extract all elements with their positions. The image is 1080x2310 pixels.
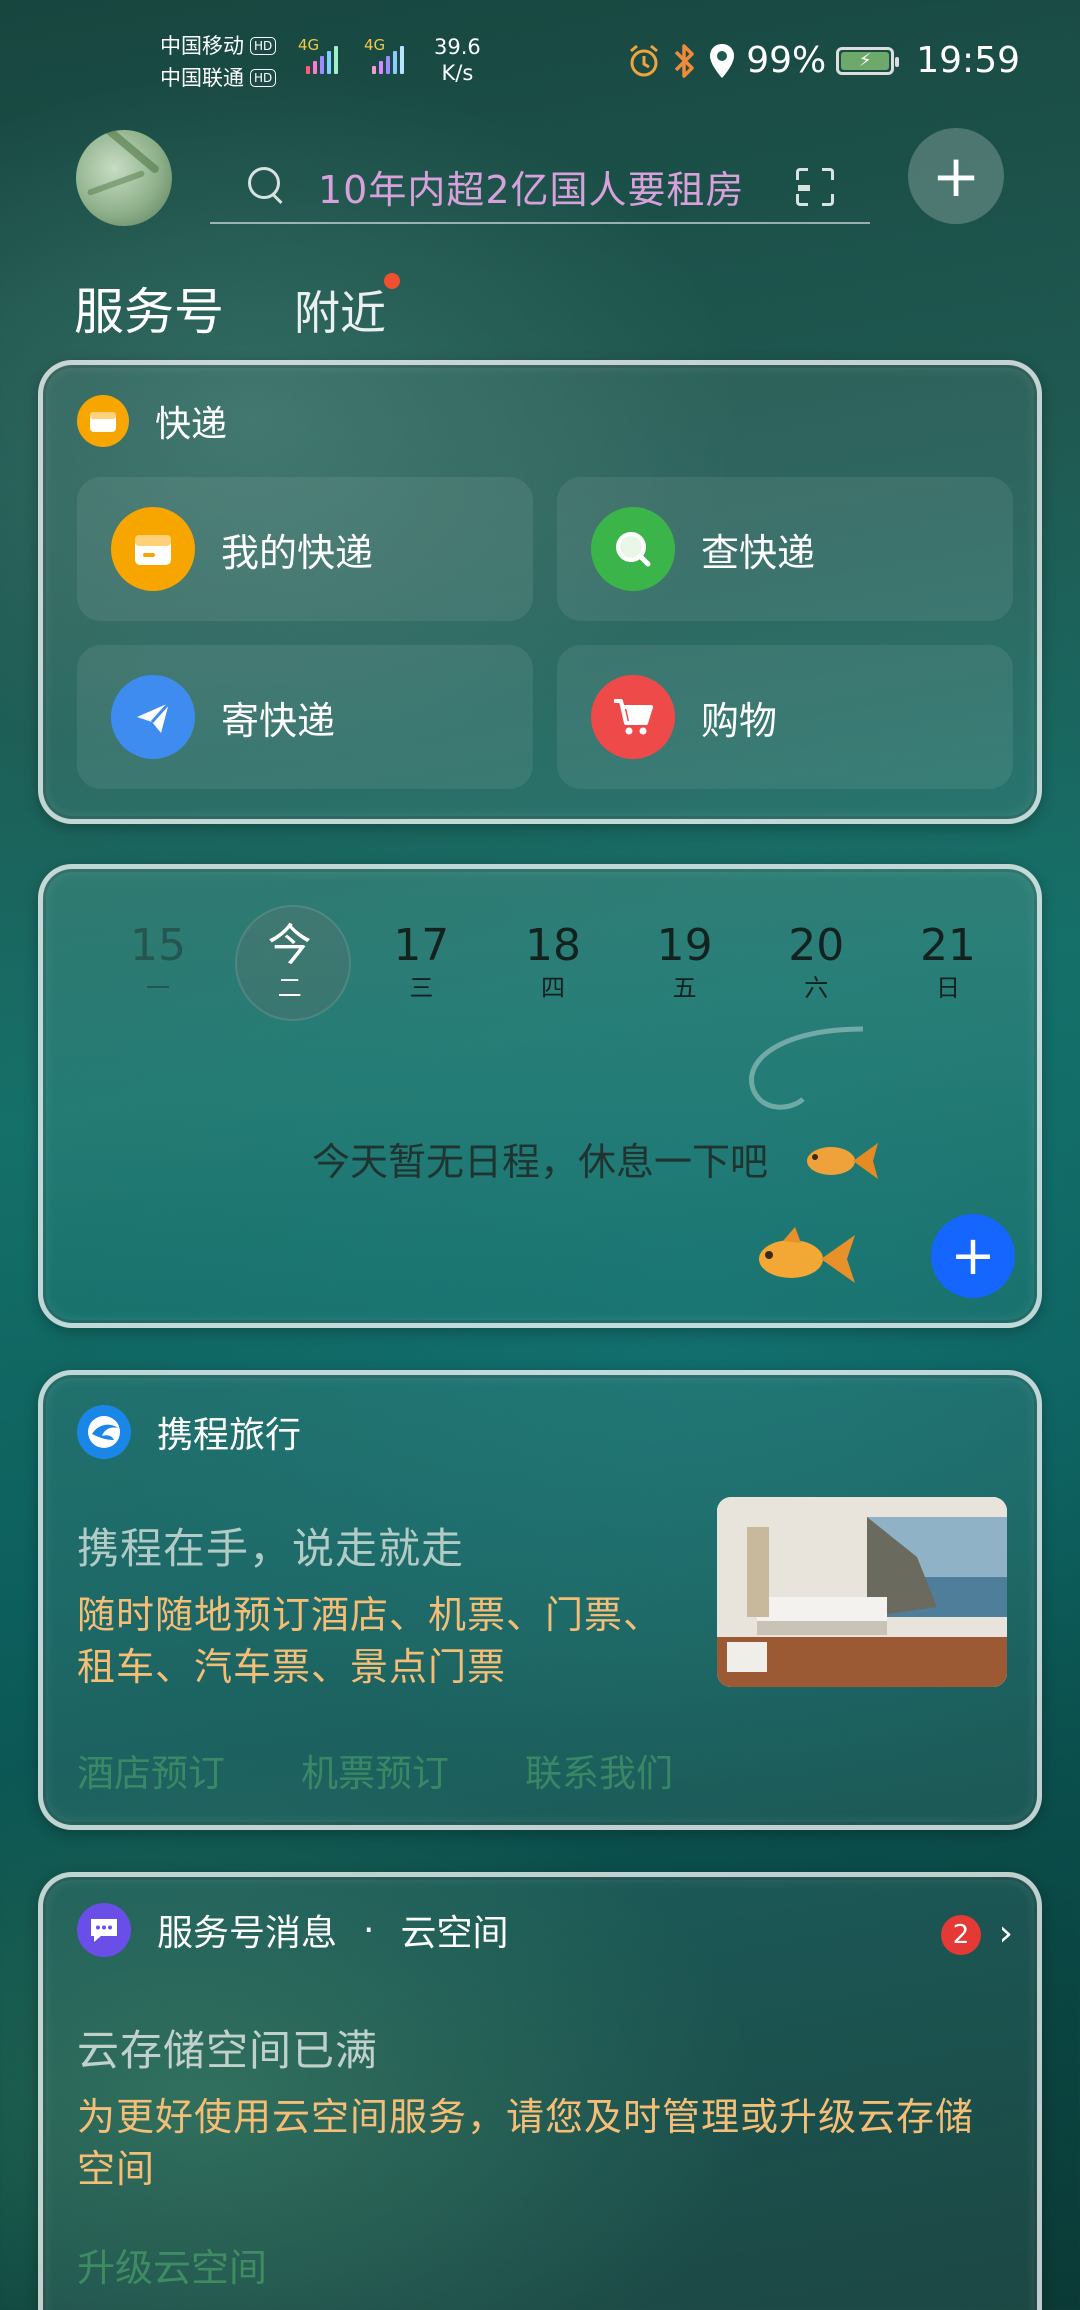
shopping-cart-icon xyxy=(591,675,675,759)
tab-services[interactable]: 服务号 xyxy=(74,272,224,344)
upgrade-cloud-link[interactable]: 升级云空间 xyxy=(77,2237,267,2292)
goldfish-decoration xyxy=(759,1227,855,1283)
calendar-day[interactable]: 15 一 xyxy=(113,919,203,1003)
send-express-label: 寄快递 xyxy=(221,698,336,743)
flight-booking-link[interactable]: 机票预订 xyxy=(301,1743,449,1797)
ctrip-promo-desc: 随时随地预订酒店、机票、门票、租车、汽车票、景点门票 xyxy=(77,1593,663,1689)
empty-schedule-text: 今天暂无日程，休息一下吧 xyxy=(311,1140,768,1184)
calendar-card: 15 一 今二 17 三 18 四 19 五 20 六 21 日 今天暂无日程，休息一下吧 … xyxy=(38,864,1042,1328)
express-icon xyxy=(77,395,129,447)
contact-us-link[interactable]: 联系我们 xyxy=(525,1743,673,1797)
express-card-title: 快递 xyxy=(155,404,228,445)
calendar-day[interactable]: 17 三 xyxy=(376,919,466,1003)
add-event-button[interactable]: + xyxy=(931,1214,1015,1298)
ctrip-card[interactable]: 携程旅行 携程在手，说走就走 随时随地预订酒店、机票、门票、租车、汽车票、景点门… xyxy=(38,1370,1042,1830)
message-title: 云存储空间已满 xyxy=(77,2026,379,2075)
search-icon xyxy=(591,507,675,591)
calendar-day[interactable]: 20 六 xyxy=(771,919,861,1003)
ctrip-logo-icon xyxy=(77,1405,131,1459)
my-express-label: 我的快递 xyxy=(221,530,374,575)
tab-nearby[interactable]: 附近 xyxy=(294,273,400,343)
shopping-label: 购物 xyxy=(701,698,778,743)
carrier-info: 中国移动 HD 中国联通 HD xyxy=(160,30,277,94)
package-icon xyxy=(111,507,195,591)
avatar[interactable] xyxy=(76,130,172,226)
calendar-day[interactable]: 19 五 xyxy=(640,919,730,1003)
hotel-booking-link[interactable]: 酒店预订 xyxy=(77,1743,225,1797)
battery-charging-icon: ⚡ xyxy=(836,46,900,75)
track-express-tile[interactable]: 查快递 xyxy=(557,477,1013,621)
unread-badge: 2 xyxy=(941,1915,981,1955)
search-bar[interactable]: 10年内超2亿国人要租房 xyxy=(210,150,870,224)
calendar-day[interactable]: 18 四 xyxy=(508,919,598,1003)
search-placeholder: 10年内超2亿国人要租房 xyxy=(318,167,745,212)
add-button[interactable]: + xyxy=(908,128,1004,224)
calendar-day[interactable]: 21 日 xyxy=(903,919,993,1003)
signal-icon: 4G xyxy=(298,36,342,78)
send-express-tile[interactable]: 寄快递 xyxy=(77,645,533,789)
hotel-room-image[interactable] xyxy=(717,1497,1007,1687)
chevron-right-icon[interactable]: › xyxy=(999,1913,1013,1954)
hd-badge: HD xyxy=(250,69,277,87)
calendar-day-today[interactable]: 今二 xyxy=(234,905,351,1021)
water-ripple-decoration xyxy=(749,1026,864,1110)
location-icon xyxy=(710,43,735,78)
ctrip-promo-title: 携程在手，说走就走 xyxy=(77,1524,465,1573)
network-speed: 39.6 K/s xyxy=(434,35,481,85)
carrier-2: 中国联通 xyxy=(160,66,244,90)
bluetooth-icon xyxy=(674,43,694,78)
alarm-icon xyxy=(630,44,659,76)
ctrip-card-title: 携程旅行 xyxy=(157,1415,302,1456)
search-icon xyxy=(248,167,286,205)
notification-dot xyxy=(384,273,400,289)
my-express-tile[interactable]: 我的快递 xyxy=(77,477,533,621)
message-desc: 为更好使用云空间服务，请您及时管理或升级云存储空间 xyxy=(77,2095,975,2191)
signal-icon: 4G xyxy=(364,36,408,78)
scan-icon[interactable] xyxy=(796,168,834,206)
service-message-card[interactable]: 服务号消息 · 云空间 2 › 云存储空间已满 为更好使用云空间服务，请您及时管… xyxy=(38,1872,1042,2310)
message-source: 云空间 xyxy=(400,1913,509,1954)
message-card-title: 服务号消息 xyxy=(157,1913,338,1954)
shopping-tile[interactable]: 购物 xyxy=(557,645,1013,789)
express-card: 快递 我的快递 查快递 寄快递 购物 xyxy=(38,360,1042,824)
clock: 19:59 xyxy=(916,40,1020,81)
week-strip: 15 一 今二 17 三 18 四 19 五 20 六 21 日 xyxy=(113,905,993,1021)
status-bar: 中国移动 HD 中国联通 HD 4G 4G 39.6 K/s 99% ⚡ 19:59 xyxy=(0,0,1080,120)
tab-bar: 服务号 附近 xyxy=(74,272,400,344)
hd-badge: HD xyxy=(250,37,277,55)
message-icon xyxy=(77,1903,131,1957)
carrier-1: 中国移动 xyxy=(160,34,244,58)
send-icon xyxy=(111,675,195,759)
title-separator: · xyxy=(363,1909,375,1951)
track-express-label: 查快递 xyxy=(701,530,816,575)
ctrip-links: 酒店预订 机票预订 联系我们 xyxy=(77,1743,673,1797)
tab-nearby-label: 附近 xyxy=(294,286,386,340)
battery-percent: 99% xyxy=(746,40,827,81)
signal-indicators: 4G 4G xyxy=(298,36,408,78)
